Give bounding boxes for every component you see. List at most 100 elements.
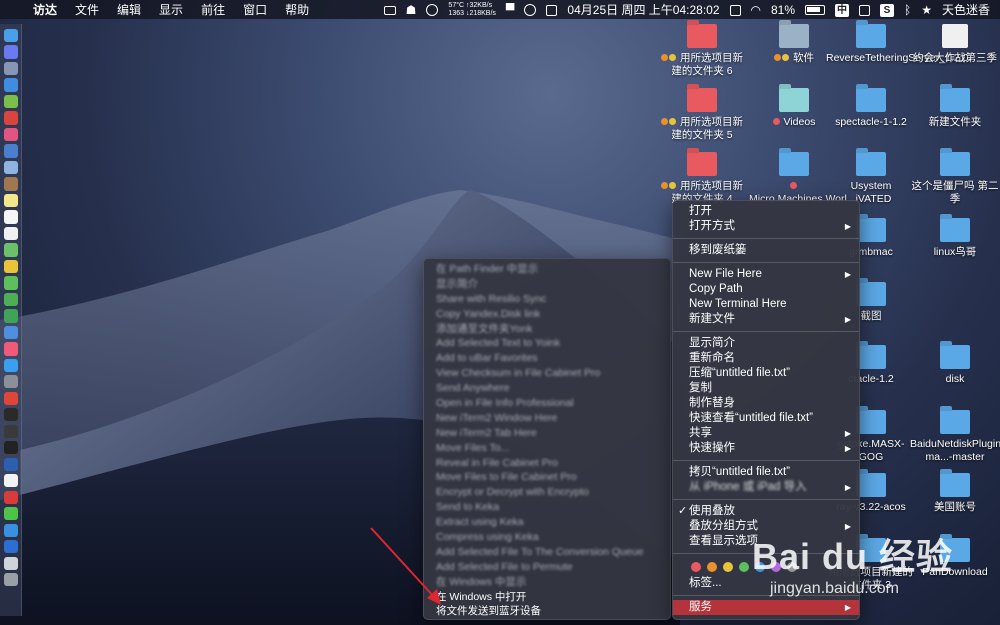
menu-share[interactable]: 共享 ▶	[673, 426, 859, 441]
monitor-icon[interactable]	[379, 3, 401, 17]
desktop-folder[interactable]: 新建文件夹	[910, 88, 1000, 129]
services-item[interactable]: Add to uBar Favorites	[424, 351, 670, 366]
app-blue-icon[interactable]	[3, 540, 18, 554]
services-item[interactable]: Send to Keka	[424, 500, 670, 515]
menu-help[interactable]: 帮助	[276, 1, 318, 18]
wifi-icon[interactable]: ◠	[746, 3, 766, 17]
menu-edit[interactable]: 编辑	[108, 1, 150, 18]
desktop-folder[interactable]: linux鸟哥	[910, 218, 1000, 259]
menu-get-info[interactable]: 显示简介	[673, 336, 859, 351]
appstore-icon[interactable]	[3, 358, 18, 372]
services-item[interactable]: Move Files To...	[424, 441, 670, 456]
vpn-icon[interactable]	[3, 457, 18, 471]
desktop-folder[interactable]: BaiduNetdiskPlugin-ma...-master	[910, 410, 1000, 464]
services-item[interactable]: Copy Yandex.Disk link	[424, 307, 670, 322]
menu-make-alias[interactable]: 制作替身	[673, 396, 859, 411]
textedit-icon[interactable]	[3, 226, 18, 241]
globe-icon[interactable]	[519, 3, 541, 17]
android-icon[interactable]	[3, 94, 18, 109]
menu-copy-file[interactable]: 拷贝“untitled file.txt”	[673, 465, 859, 480]
keynote-icon[interactable]	[3, 325, 18, 340]
services-item[interactable]: Encrypt or Decrypt with Encrypto	[424, 485, 670, 500]
desktop-folder[interactable]: 约会大作战第三季	[910, 24, 1000, 65]
services-item[interactable]: Add Selected File To The Conversion Queu…	[424, 545, 670, 560]
datetime[interactable]: 04月25日 周四 上午04:28:02	[562, 1, 724, 18]
facetime-icon[interactable]	[3, 292, 18, 307]
services-item[interactable]: 在 Windows 中显示	[424, 575, 670, 590]
notes-icon[interactable]	[3, 193, 18, 208]
music-icon[interactable]	[3, 342, 18, 356]
menu-rename[interactable]: 重新命名	[673, 351, 859, 366]
speedometer-icon[interactable]	[421, 3, 443, 17]
menu-duplicate[interactable]: 复制	[673, 381, 859, 396]
services-item[interactable]: 显示简介	[424, 277, 670, 292]
wechat-icon[interactable]	[3, 507, 18, 521]
services-item[interactable]: Reveal in File Cabinet Pro	[424, 456, 670, 471]
battery-percent[interactable]: 81%	[766, 3, 800, 17]
services-item[interactable]: Add Selected File to Permute	[424, 560, 670, 575]
siri-icon[interactable]	[3, 45, 18, 59]
chrome-icon[interactable]	[3, 259, 18, 274]
menu-new-file-here[interactable]: New File Here ▶	[673, 267, 859, 282]
tag-color-dot[interactable]	[739, 562, 749, 572]
menu-open-with[interactable]: 打开方式 ▶	[673, 219, 859, 234]
s-app-icon[interactable]: S	[875, 2, 899, 17]
services-item[interactable]: Share with Resilio Sync	[424, 292, 670, 307]
window-grid-icon[interactable]	[725, 3, 746, 17]
system-prefs-icon[interactable]	[3, 375, 18, 389]
menu-new-terminal-here[interactable]: New Terminal Here	[673, 297, 859, 312]
battery-icon[interactable]	[800, 3, 830, 17]
notification-icon[interactable]: ▀	[501, 3, 520, 17]
network-speed[interactable]: 57°C ↑32KB/s 1363 ↓218KB/s	[443, 2, 500, 18]
xcode-icon[interactable]	[3, 144, 18, 158]
services-item[interactable]: New iTerm2 Window Here	[424, 411, 670, 426]
services-item[interactable]: Add Selected Text to Yoink	[424, 336, 670, 351]
desktop-folder[interactable]: disk	[910, 345, 1000, 386]
menu-file[interactable]: 文件	[66, 1, 108, 18]
services-item[interactable]: 在 Windows 中打开	[424, 590, 670, 605]
console-icon[interactable]	[3, 424, 18, 438]
screen-mirror-icon[interactable]	[854, 3, 875, 17]
finder-icon[interactable]	[3, 29, 18, 43]
tag-color-dot[interactable]	[691, 562, 701, 572]
services-item[interactable]: 将文件发送到蓝牙设备	[424, 604, 670, 619]
app-red-icon[interactable]	[3, 111, 18, 125]
notes-brown-icon[interactable]	[3, 177, 18, 191]
bluetooth-icon[interactable]: ᛒ	[899, 3, 916, 17]
menu-services[interactable]: 服务 ▶	[673, 600, 859, 615]
menu-copy-path[interactable]: Copy Path	[673, 282, 859, 297]
desktop-folder[interactable]: 用所选项目新建的文件夹 5	[657, 88, 747, 142]
services-item[interactable]: Send Anywhere	[424, 381, 670, 396]
app-pink-icon[interactable]	[3, 127, 18, 142]
menu-go[interactable]: 前往	[192, 1, 234, 18]
desktop-folder[interactable]: 用所选项目新建的文件夹 6	[657, 24, 747, 78]
app-menu[interactable]: 访达	[24, 1, 66, 18]
desktop-folder[interactable]: 用所选项目新建的文件夹 4	[657, 152, 747, 206]
services-item[interactable]: 添加通至文件夹Yonk	[424, 322, 670, 337]
user-name[interactable]: 天色迷香	[937, 1, 1000, 18]
menu-view[interactable]: 显示	[150, 1, 192, 18]
menu-move-to-trash[interactable]: 移到废纸篓	[673, 243, 859, 258]
ghost-icon[interactable]: ☗	[401, 3, 422, 17]
star-icon[interactable]: ★	[916, 3, 937, 17]
desktop-folder[interactable]: spectacle-1-1.2	[826, 88, 916, 129]
preview-icon[interactable]	[3, 160, 18, 175]
desktop-folder[interactable]: 这个是僵尸吗 第二季	[910, 152, 1000, 206]
vivaldi-icon[interactable]	[3, 391, 18, 405]
tag-color-dot[interactable]	[707, 562, 717, 572]
services-item[interactable]: View Checksum in File Cabinet Pro	[424, 366, 670, 381]
menu-use-stacks[interactable]: ✓ 使用叠放	[673, 504, 859, 519]
services-item[interactable]: Extract using Keka	[424, 515, 670, 530]
services-item[interactable]: Compress using Keka	[424, 530, 670, 545]
services-item[interactable]: 在 Path Finder 中显示	[424, 262, 670, 277]
desktop-folder[interactable]: ReverseTetheringServer_1.2.0	[826, 24, 968, 65]
calendar-icon[interactable]	[541, 3, 562, 17]
menu-quick-actions[interactable]: 快速操作 ▶	[673, 441, 859, 456]
services-item[interactable]: Move Files to File Cabinet Pro	[424, 470, 670, 485]
yandex-icon[interactable]	[3, 474, 18, 488]
calendar-app-icon[interactable]	[3, 210, 18, 224]
messages-icon[interactable]	[3, 276, 18, 290]
safari-icon[interactable]	[3, 78, 18, 92]
maps-icon[interactable]	[3, 243, 18, 257]
services-item[interactable]: Open in File Info Professional	[424, 396, 670, 411]
